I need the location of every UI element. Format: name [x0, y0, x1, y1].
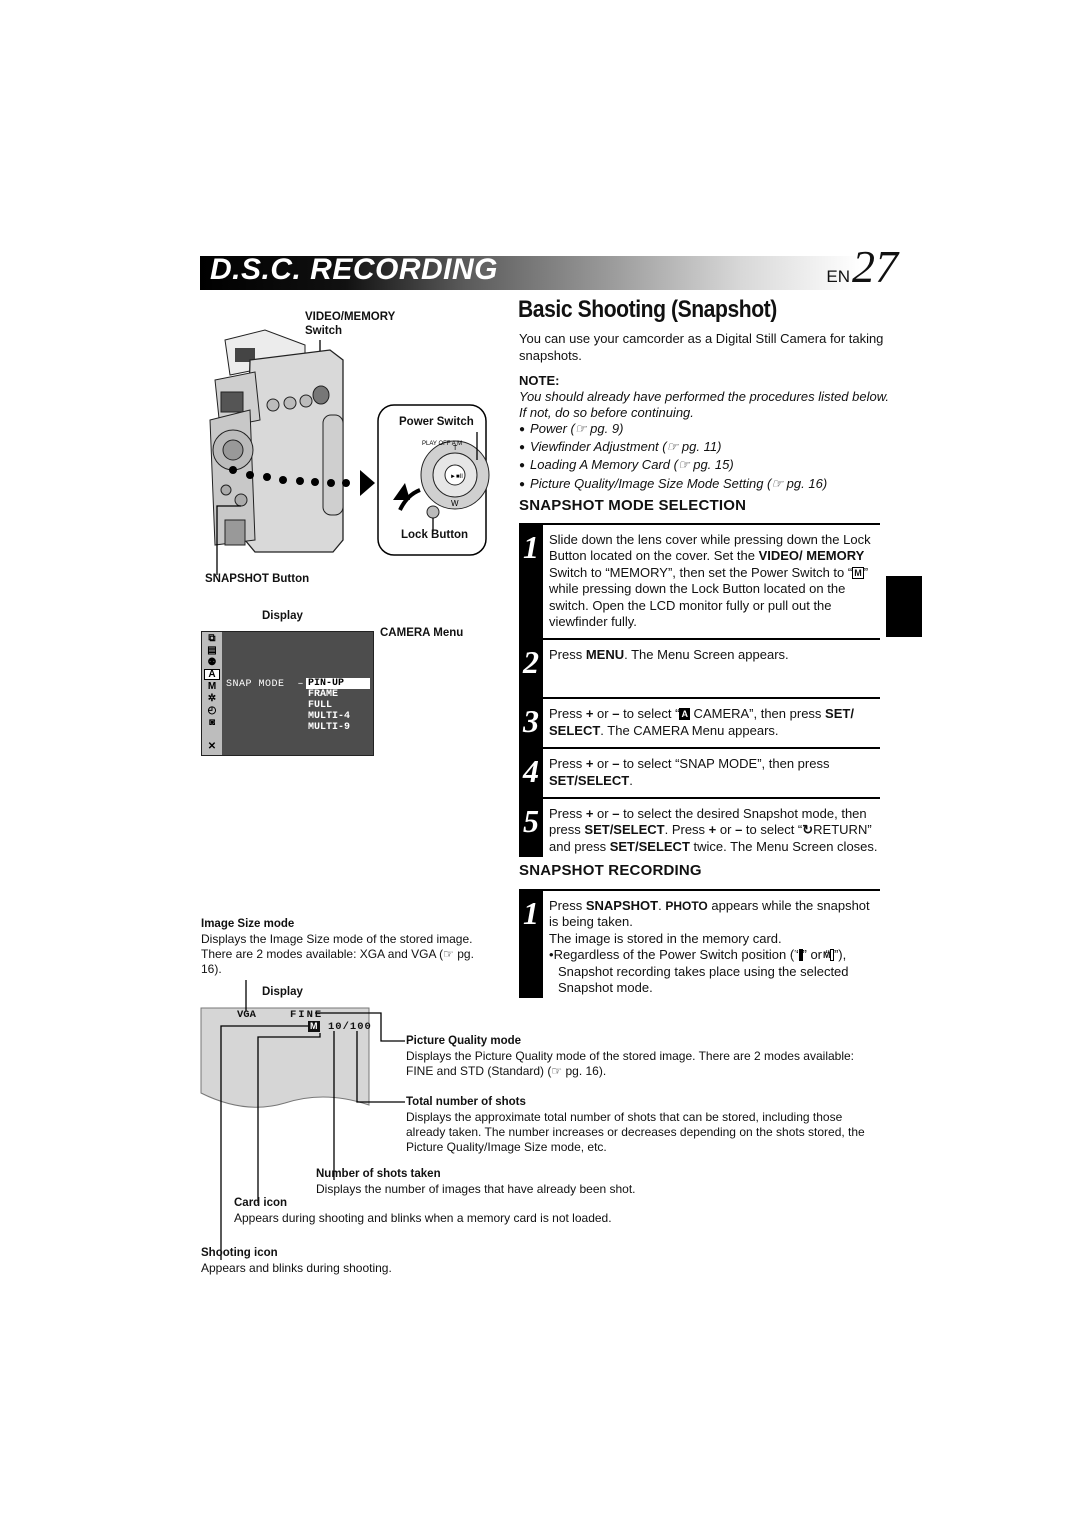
pointing-hand-icon: ☞: [574, 421, 587, 436]
option-multi-4[interactable]: MULTI-4: [306, 711, 370, 722]
lock-button-label: Lock Button: [401, 529, 469, 541]
step-text: Slide down the lens cover while pressing…: [549, 532, 871, 630]
step-number-badge: 1: [519, 525, 543, 639]
step-2: 2 Press MENU. The Menu Screen appears.: [519, 638, 880, 698]
recording-steps: 1 Press SNAPSHOT. PHOTO appears while th…: [519, 889, 880, 999]
recording-step-1: 1 Press SNAPSHOT. PHOTO appears while th…: [519, 889, 880, 999]
svg-text:W: W: [451, 499, 459, 508]
display-label: Display: [262, 610, 303, 622]
wipe-fader-icon: ⧉: [208, 633, 216, 644]
quality-value: FINE: [290, 1009, 324, 1021]
note-list: Power (☞ pg. 9) Viewfinder Adjustment (☞…: [519, 421, 889, 494]
option-full[interactable]: FULL: [306, 700, 370, 711]
menu-icon-column: ⧉ ▤ ⚉ A M ✲ ◴ ◙ ✕: [202, 632, 222, 755]
image-size-desc: Displays the Image Size mode of the stor…: [201, 932, 474, 976]
mode-selection-steps: 1 Slide down the lens cover while pressi…: [519, 523, 880, 858]
page-title: Basic Shooting (Snapshot): [518, 296, 777, 323]
page-number-value: 27: [852, 241, 898, 292]
photo-indicator: PHOTO: [665, 899, 708, 913]
recording-heading: SNAPSHOT RECORDING: [519, 862, 702, 879]
chapter-tab: [886, 576, 922, 637]
auto-mode-icon: A: [679, 708, 690, 721]
step-3: 3 Press + or – to select “A CAMERA”, the…: [519, 697, 880, 748]
card-icon-heading: Card icon: [234, 1197, 288, 1209]
power-switch-label: Power Switch: [399, 416, 474, 428]
svg-text:►■II: ►■II: [450, 474, 463, 480]
close-icon: ✕: [207, 741, 217, 752]
page-ref-link[interactable]: pg. 11: [682, 439, 717, 454]
step-text: Press SNAPSHOT. PHOTO appears while the …: [549, 898, 870, 996]
clock-icon: ◴: [207, 705, 217, 716]
step-text: Press MENU. The Menu Screen appears.: [549, 647, 789, 663]
step-number-badge: 5: [519, 799, 543, 858]
step-1: 1 Slide down the lens cover while pressi…: [519, 523, 880, 639]
page-prefix: EN: [826, 267, 850, 286]
page-number: EN27: [826, 244, 898, 300]
note-heading: NOTE:: [519, 373, 560, 388]
image-size-value: VGA: [237, 1009, 256, 1021]
shooting-icon-desc: Appears and blinks during shooting.: [201, 1261, 392, 1275]
shots-taken-desc: Displays the number of images that have …: [316, 1182, 636, 1196]
picture-quality-heading: Picture Quality mode: [406, 1035, 522, 1047]
option-pin-up[interactable]: PIN-UP: [306, 678, 370, 689]
option-multi-9[interactable]: MULTI-9: [306, 722, 370, 733]
camera-icon: ◙: [208, 717, 216, 728]
dsc-icon: ✲: [207, 693, 217, 704]
shots-counter: 10/100: [328, 1021, 372, 1033]
note-item: Loading A Memory Card (☞ pg. 15): [519, 457, 889, 475]
option-frame[interactable]: FRAME: [306, 689, 370, 700]
snap-mode-label: SNAP MODE –: [226, 679, 305, 690]
page-ref-link[interactable]: pg. 16: [787, 476, 823, 491]
note-text: You should already have performed the pr…: [519, 389, 890, 420]
manual-mode-icon: M: [852, 566, 864, 579]
shots-taken-heading: Number of shots taken: [316, 1168, 441, 1180]
card-icon: M: [308, 1021, 320, 1032]
snapshot-button-label: SNAPSHOT Button: [205, 573, 310, 585]
picture-quality-desc: Displays the Picture Quality mode of the…: [406, 1049, 855, 1078]
step-number-badge: 4: [519, 749, 543, 798]
page-ref-link[interactable]: pg. 15: [693, 457, 729, 472]
auto-camera-icon: A: [204, 669, 220, 680]
step-text: Press + or – to select “SNAP MODE”, then…: [549, 756, 830, 788]
pointing-hand-icon: ☞: [666, 439, 679, 455]
intro-text: You can use your camcorder as a Digital …: [519, 331, 884, 363]
page-ref-link[interactable]: pg. 9: [590, 421, 619, 436]
manual-mode-icon: M: [207, 681, 217, 692]
svg-text:PLAY OFF A M: PLAY OFF A M: [422, 441, 462, 447]
shooting-icon-heading: Shooting icon: [201, 1247, 278, 1259]
card-icon-desc: Appears during shooting and blinks when …: [234, 1211, 612, 1225]
step-number-badge: 1: [519, 891, 543, 999]
note-item: Picture Quality/Image Size Mode Setting …: [519, 476, 889, 494]
total-shots-desc: Displays the approximate total number of…: [406, 1110, 865, 1154]
program-ae-icon: ▤: [207, 645, 217, 656]
note-item: Viewfinder Adjustment (☞ pg. 11): [519, 439, 889, 457]
snap-mode-options: PIN-UP FRAME FULL MULTI-4 MULTI-9: [306, 678, 370, 733]
note-item: Power (☞ pg. 9): [519, 421, 889, 439]
step-5: 5 Press + or – to select the desired Sna…: [519, 797, 880, 858]
step-text: Press + or – to select the desired Snaps…: [549, 806, 878, 854]
step-text: Press + or – to select “A CAMERA”, then …: [549, 706, 854, 738]
mode-selection-heading: SNAPSHOT MODE SELECTION: [519, 497, 747, 514]
step-number-badge: 2: [519, 640, 543, 698]
image-size-heading: Image Size mode: [201, 918, 295, 930]
pointing-hand-icon: ☞: [677, 457, 690, 473]
return-icon: ↻: [802, 822, 814, 838]
step-4: 4 Press + or – to select “SNAP MODE”, th…: [519, 747, 880, 798]
exposure-icon: ⚉: [207, 657, 217, 668]
blank-slot: [204, 729, 220, 740]
section-title: D.S.C. RECORDING: [210, 253, 499, 286]
camera-menu-caption: CAMERA Menu: [380, 627, 464, 639]
step-number-badge: 3: [519, 699, 543, 748]
total-shots-heading: Total number of shots: [406, 1096, 526, 1108]
pointing-hand-icon: ☞: [771, 475, 784, 491]
camera-menu-screen: ⧉ ▤ ⚉ A M ✲ ◴ ◙ ✕ SNAP MODE – PIN-UP FRA…: [201, 631, 374, 756]
